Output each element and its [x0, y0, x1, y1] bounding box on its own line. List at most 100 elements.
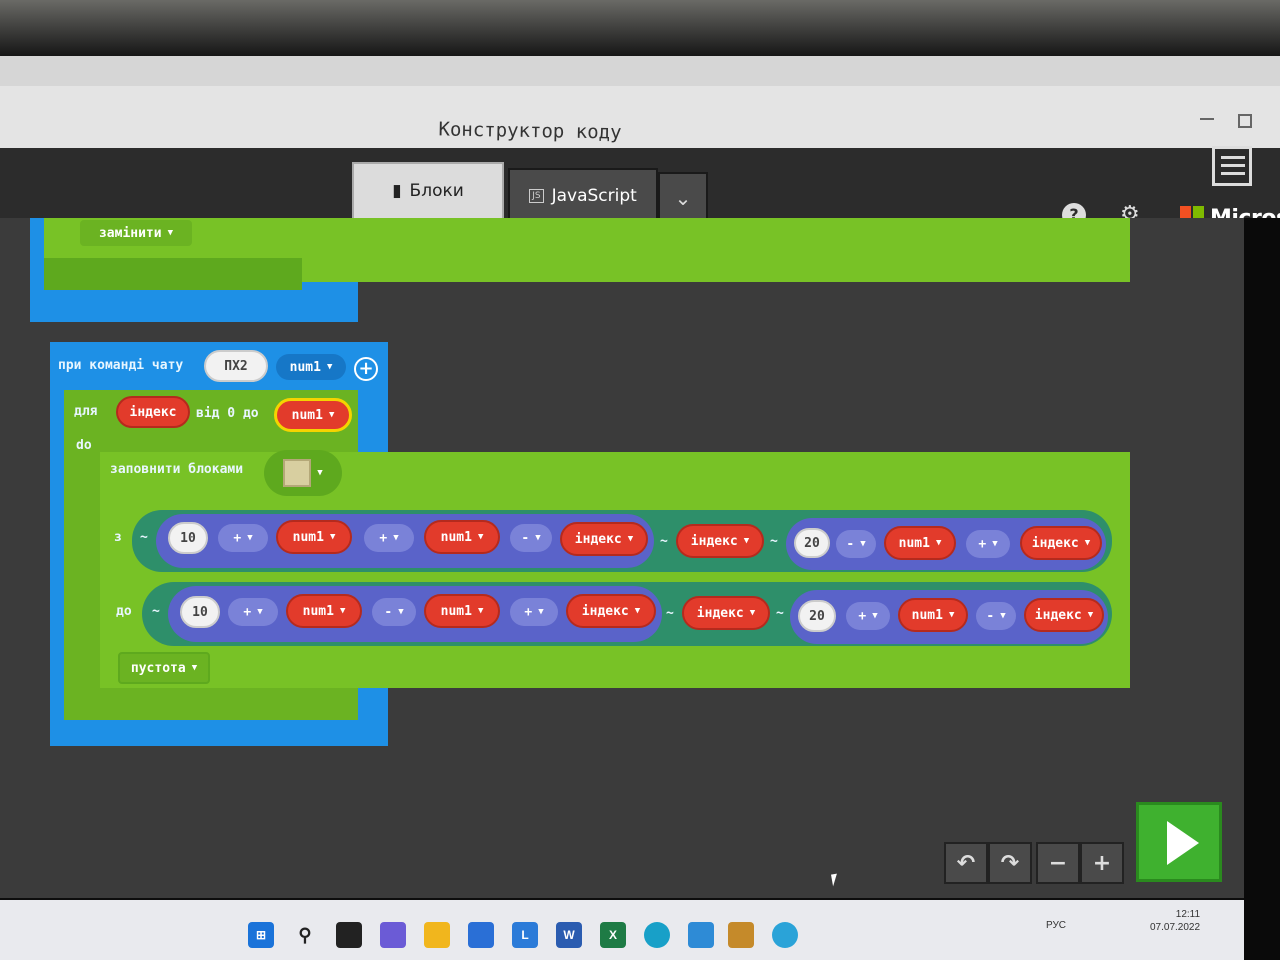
var-value: num1 [292, 529, 324, 545]
var-dropdown[interactable]: num1 ▼ [424, 594, 500, 628]
var-dropdown[interactable]: індекс ▼ [682, 596, 770, 630]
undo-button[interactable]: ↶ [944, 842, 988, 884]
calculator-icon[interactable] [688, 922, 714, 948]
zoom-out-button[interactable]: − [1036, 842, 1080, 884]
to-x-start[interactable]: 10 [180, 596, 220, 628]
tab-blocks[interactable]: ▮ Блоки [352, 162, 504, 220]
var-value: num1 [440, 603, 472, 619]
teams-icon[interactable] [380, 922, 406, 948]
tilde-label: ~ [140, 530, 148, 545]
caret-down-icon: ▼ [477, 532, 484, 542]
minecraft-education-icon[interactable] [728, 922, 754, 948]
language-dropdown-button[interactable]: ⌄ [658, 172, 708, 224]
op-value: + [243, 604, 252, 620]
op-dropdown[interactable]: - ▼ [510, 524, 552, 552]
var-value: num1 [898, 535, 930, 551]
app-l-icon[interactable]: L [512, 922, 538, 948]
var-dropdown[interactable]: num1 ▼ [884, 526, 956, 560]
op-dropdown[interactable]: + ▼ [228, 598, 278, 626]
tilde-label: ~ [770, 534, 778, 549]
restore-icon[interactable] [1238, 114, 1252, 128]
loop-limit-value: num1 [291, 407, 323, 423]
op-dropdown[interactable]: + ▼ [846, 602, 890, 630]
op-value: - [521, 530, 530, 546]
word-icon[interactable]: W [556, 922, 582, 948]
var-dropdown[interactable]: індекс ▼ [676, 524, 764, 558]
minimize-icon[interactable] [1200, 118, 1214, 120]
tab-javascript[interactable]: JS JavaScript [508, 168, 658, 224]
var-dropdown[interactable]: num1 ▼ [898, 598, 968, 632]
from-z-start[interactable]: 20 [794, 528, 830, 558]
system-clock[interactable]: 12:11 07.07.2022 [1150, 908, 1200, 934]
run-button[interactable] [1136, 802, 1222, 882]
caret-down-icon: ▼ [167, 228, 174, 238]
op-dropdown[interactable]: + ▼ [364, 524, 414, 552]
op-dropdown[interactable]: + ▼ [966, 530, 1010, 558]
loop-var-value: індекс [129, 404, 177, 420]
task-view-icon[interactable] [336, 922, 362, 948]
add-parameter-icon[interactable]: + [354, 357, 378, 381]
block-picker[interactable]: ▼ [264, 450, 342, 496]
clock-time: 12:11 [1175, 909, 1201, 920]
op-value: - [986, 608, 995, 624]
var-dropdown[interactable]: індекс ▼ [1020, 526, 1102, 560]
var-value: індекс [1034, 607, 1082, 623]
caret-down-icon: ▼ [935, 538, 942, 548]
to-z-start[interactable]: 20 [798, 600, 836, 632]
caret-down-icon: ▼ [1000, 611, 1006, 621]
caret-down-icon: ▼ [339, 606, 346, 616]
from-x-start[interactable]: 10 [168, 522, 208, 554]
var-dropdown[interactable]: num1 ▼ [286, 594, 362, 628]
search-icon[interactable]: ⚲ [292, 922, 318, 948]
js-icon: JS [529, 189, 544, 203]
var-dropdown[interactable]: індекс ▼ [566, 594, 656, 628]
op-dropdown[interactable]: - ▼ [976, 602, 1016, 630]
zoom-in-button[interactable]: + [1080, 842, 1124, 884]
var-dropdown[interactable]: num1 ▼ [276, 520, 352, 554]
caret-down-icon: ▼ [535, 533, 541, 543]
chat-command-input[interactable]: ПХ2 [204, 350, 268, 382]
bezel-top [0, 0, 1280, 56]
redo-button[interactable]: ↷ [988, 842, 1032, 884]
edge-icon[interactable] [644, 922, 670, 948]
input-language[interactable]: РУС [1046, 920, 1066, 931]
telegram-icon[interactable] [772, 922, 798, 948]
number-value: 10 [180, 530, 196, 546]
var-dropdown[interactable]: індекс ▼ [560, 522, 648, 556]
fill-mode-dropdown[interactable]: пустота ▼ [118, 652, 210, 684]
op-dropdown[interactable]: - ▼ [372, 598, 416, 626]
loop-var-pill[interactable]: індекс [116, 396, 190, 428]
workspace[interactable]: замінити ▼ при команді чату ПХ2 num1 ▼ + д… [0, 218, 1260, 898]
caret-down-icon: ▼ [398, 607, 404, 617]
menu-icon[interactable] [1212, 146, 1252, 186]
replace-dropdown[interactable]: замінити ▼ [80, 220, 192, 246]
op-dropdown[interactable]: - ▼ [836, 530, 876, 558]
chat-param-dropdown[interactable]: num1 ▼ [276, 354, 346, 380]
var-dropdown[interactable]: num1 ▼ [424, 520, 500, 554]
puzzle-icon: ▮ [392, 181, 402, 201]
for-label: для [74, 404, 98, 419]
caret-down-icon: ▼ [1087, 610, 1094, 620]
start-icon[interactable]: ⊞ [248, 922, 274, 948]
var-value: num1 [440, 529, 472, 545]
var-value: num1 [302, 603, 334, 619]
screen: Конструктор коду ▮ Блоки JS JavaScript ⌄… [0, 0, 1280, 960]
plus-icon: + [1092, 850, 1112, 876]
to-label: до [116, 604, 132, 619]
chat-command-value: ПХ2 [224, 358, 248, 374]
caret-down-icon: ▼ [1084, 538, 1091, 548]
excel-icon[interactable]: X [600, 922, 626, 948]
caret-down-icon: ▼ [191, 663, 198, 673]
chat-param-value: num1 [289, 359, 321, 375]
statement-block-top-foot [44, 258, 302, 290]
caret-down-icon: ▼ [872, 611, 878, 621]
op-dropdown[interactable]: + ▼ [510, 598, 558, 626]
explorer-icon[interactable] [424, 922, 450, 948]
store-icon[interactable] [468, 922, 494, 948]
op-dropdown[interactable]: + ▼ [218, 524, 268, 552]
minus-icon: − [1048, 850, 1068, 876]
tab-blocks-label: Блоки [409, 181, 464, 201]
loop-limit-dropdown[interactable]: num1 ▼ [274, 398, 352, 432]
var-dropdown[interactable]: індекс ▼ [1024, 598, 1104, 632]
tilde-label: ~ [666, 606, 674, 621]
